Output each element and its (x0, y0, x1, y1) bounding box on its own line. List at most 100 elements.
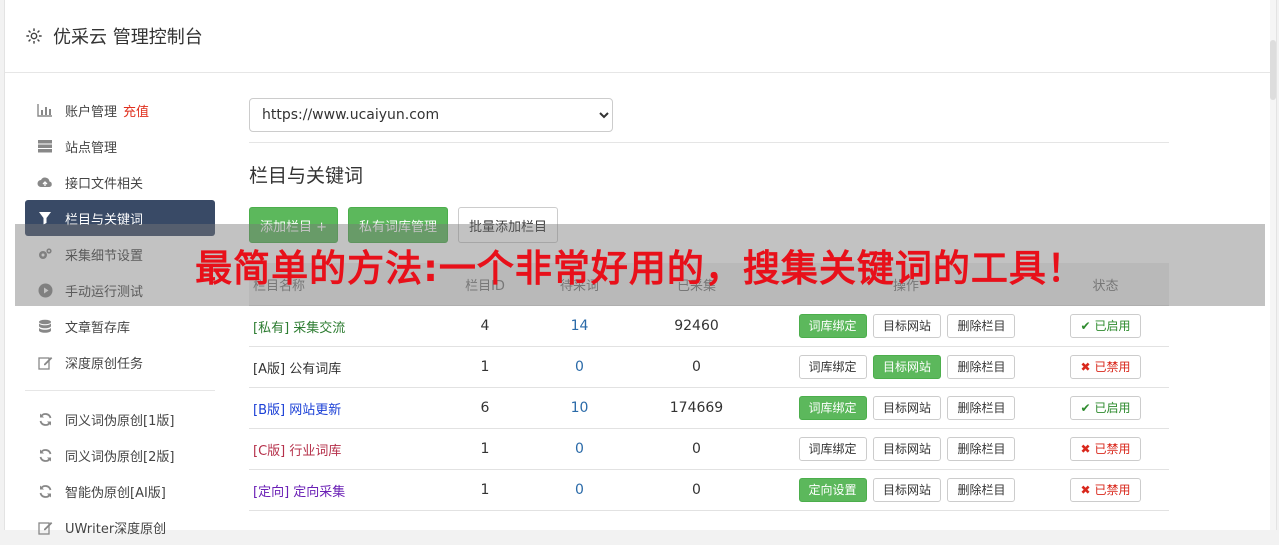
status-cell: ✖ 已禁用 (1042, 469, 1169, 511)
column-id: 4 (434, 305, 536, 347)
column-id: 1 (434, 346, 536, 388)
column-name[interactable]: 网站更新 (289, 403, 341, 418)
sidebar-item-label: 文章暂存库 (65, 320, 131, 336)
scrollbar-thumb[interactable] (1270, 40, 1276, 100)
bind-lexicon-button[interactable]: 词库绑定 (798, 355, 867, 379)
sidebar-item-label: UWriter深度原创 (65, 521, 167, 537)
target-site-button[interactable]: 目标网站 (872, 314, 941, 338)
sidebar: 账户管理 充值 站点管理 接口文件相关 栏目与关键词 采集细节设置 手动运行测试 文章暂存库深… (25, 92, 215, 545)
column-name[interactable]: 行业词库 (289, 444, 341, 459)
sidebar-item-items-0[interactable]: 账户管理 充值 (25, 92, 215, 128)
sidebar-item-items2-3[interactable]: UWriter深度原创 (25, 509, 215, 545)
sidebar-item-label: 接口文件相关 (65, 176, 144, 192)
delete-column-button[interactable]: 删除栏目 (947, 355, 1016, 379)
sidebar-item-label: 深度原创任务 (65, 356, 144, 372)
page-header: 优采云 管理控制台 (5, 0, 1276, 73)
status-cell: ✖ 已禁用 (1042, 346, 1169, 388)
operations-cell: 词库绑定 目标网站 删除栏目 (770, 346, 1042, 388)
pending-count[interactable]: 10 (536, 387, 623, 429)
table-row: [私有] 采集交流 4 14 92460 词库绑定 目标网站 删除栏目 ✔ 已启用 (249, 305, 1169, 347)
recharge-link[interactable]: 充值 (123, 101, 149, 120)
status-toggle[interactable]: ✔ 已启用 (1069, 396, 1142, 420)
status-label: 已启用 (1094, 319, 1131, 333)
status-toggle[interactable]: ✔ 已启用 (1069, 314, 1142, 338)
bind-lexicon-button[interactable]: 词库绑定 (798, 314, 867, 338)
column-tag: [A版] (253, 361, 286, 377)
section-title: 栏目与关键词 (249, 165, 364, 187)
page-title: 优采云 管理控制台 (53, 27, 203, 48)
column-name-cell: [私有] 采集交流 (249, 305, 434, 347)
table-row: [C版] 行业词库 1 0 0 词库绑定 目标网站 删除栏目 ✖ 已禁用 (249, 428, 1169, 470)
status-label: 已禁用 (1094, 483, 1131, 497)
column-id: 1 (434, 428, 536, 470)
pending-count[interactable]: 14 (536, 305, 623, 347)
sidebar-item-items2-2[interactable]: 智能伪原创[AI版] (25, 473, 215, 509)
scrollbar[interactable] (1270, 0, 1276, 530)
pending-count[interactable]: 0 (536, 469, 623, 511)
sidebar-item-items2-0[interactable]: 同义词伪原创[1版] (25, 401, 215, 437)
cloud-upload-icon (37, 174, 53, 190)
target-site-button[interactable]: 目标网站 (872, 437, 941, 461)
column-name[interactable]: 采集交流 (293, 321, 345, 336)
check-icon: ✔ (1080, 319, 1091, 333)
check-icon: ✔ (1080, 401, 1091, 415)
sidebar-item-items-7[interactable]: 深度原创任务 (25, 344, 215, 380)
divider (249, 142, 1169, 143)
pending-count[interactable]: 0 (536, 428, 623, 470)
status-cell: ✖ 已禁用 (1042, 428, 1169, 470)
pending-count[interactable]: 0 (536, 346, 623, 388)
edit-icon (37, 519, 53, 535)
cross-icon: ✖ (1080, 483, 1091, 497)
table-row: [定向] 定向采集 1 0 0 定向设置 目标网站 删除栏目 ✖ 已禁用 (249, 469, 1169, 511)
sidebar-item-label: 智能伪原创[AI版] (65, 485, 166, 501)
bind-lexicon-button[interactable]: 定向设置 (798, 478, 867, 502)
column-name[interactable]: 公有词库 (289, 362, 341, 377)
operations-cell: 词库绑定 目标网站 删除栏目 (770, 428, 1042, 470)
status-cell: ✔ 已启用 (1042, 305, 1169, 347)
status-cell: ✔ 已启用 (1042, 387, 1169, 429)
target-site-button[interactable]: 目标网站 (872, 396, 941, 420)
collected-count: 92460 (623, 305, 770, 347)
table-row: [A版] 公有词库 1 0 0 词库绑定 目标网站 删除栏目 ✖ 已禁用 (249, 346, 1169, 388)
operations-cell: 词库绑定 目标网站 删除栏目 (770, 305, 1042, 347)
collected-count: 0 (623, 346, 770, 388)
sidebar-item-items-2[interactable]: 接口文件相关 (25, 164, 215, 200)
status-toggle[interactable]: ✖ 已禁用 (1069, 437, 1142, 461)
sidebar-item-label: 账户管理 (65, 104, 118, 120)
sidebar-divider (25, 390, 215, 391)
status-label: 已禁用 (1094, 442, 1131, 456)
sidebar-item-items-1[interactable]: 站点管理 (25, 128, 215, 164)
status-toggle[interactable]: ✖ 已禁用 (1069, 355, 1142, 379)
delete-column-button[interactable]: 删除栏目 (947, 314, 1016, 338)
column-name-cell: [定向] 定向采集 (249, 469, 434, 511)
sidebar-item-label: 站点管理 (65, 140, 118, 156)
site-select[interactable]: https://www.ucaiyun.com (249, 98, 613, 132)
target-site-button[interactable]: 目标网站 (872, 478, 941, 502)
sidebar-item-label: 同义词伪原创[1版] (65, 413, 175, 429)
column-tag: [C版] (253, 443, 286, 459)
delete-column-button[interactable]: 删除栏目 (947, 437, 1016, 461)
cross-icon: ✖ (1080, 360, 1091, 374)
bind-lexicon-button[interactable]: 词库绑定 (798, 437, 867, 461)
bind-lexicon-button[interactable]: 词库绑定 (798, 396, 867, 420)
banner-text: 最简单的方法:一个非常好用的，搜集关键词的工具！ (195, 247, 1085, 290)
operations-cell: 词库绑定 目标网站 删除栏目 (770, 387, 1042, 429)
sidebar-item-items-6[interactable]: 文章暂存库 (25, 308, 215, 344)
target-site-button[interactable]: 目标网站 (872, 355, 941, 379)
column-tag: [定向] (253, 484, 290, 500)
collected-count: 174669 (623, 387, 770, 429)
column-name-cell: [C版] 行业词库 (249, 428, 434, 470)
sidebar-item-items2-1[interactable]: 同义词伪原创[2版] (25, 437, 215, 473)
column-id: 6 (434, 387, 536, 429)
delete-column-button[interactable]: 删除栏目 (947, 478, 1016, 502)
collected-count: 0 (623, 469, 770, 511)
column-tag: [私有] (253, 320, 290, 336)
overlay-banner: 最简单的方法:一个非常好用的，搜集关键词的工具！ (15, 224, 1265, 306)
table-row: [B版] 网站更新 6 10 174669 词库绑定 目标网站 删除栏目 ✔ 已启用 (249, 387, 1169, 429)
refresh-icon (37, 483, 53, 499)
status-label: 已启用 (1094, 401, 1131, 415)
status-toggle[interactable]: ✖ 已禁用 (1069, 478, 1142, 502)
delete-column-button[interactable]: 删除栏目 (947, 396, 1016, 420)
bar-chart-icon (37, 102, 53, 118)
column-name[interactable]: 定向采集 (293, 485, 345, 500)
